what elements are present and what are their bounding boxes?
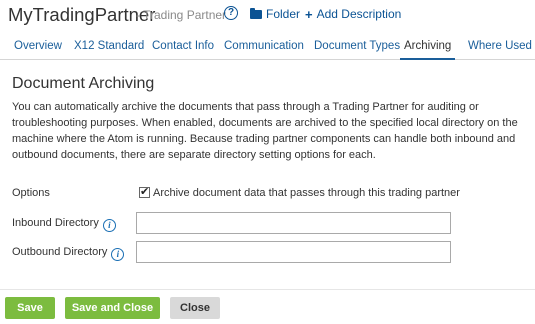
info-icon[interactable]: i [102, 219, 116, 232]
checkmark-icon: ✔ [140, 186, 150, 198]
outbound-directory-label: Outbound Directory [12, 246, 108, 258]
tab-document-types[interactable]: Document Types [310, 36, 404, 60]
tab-contact-info[interactable]: Contact Info [148, 36, 218, 60]
section-title: Document Archiving [12, 75, 155, 92]
outbound-directory-row: Outbound Directory i [12, 246, 125, 261]
inbound-directory-label: Inbound Directory [12, 217, 99, 229]
outbound-directory-input[interactable] [136, 241, 451, 263]
tab-where-used[interactable]: Where Used [464, 36, 535, 60]
inbound-directory-row: Inbound Directory i [12, 217, 116, 232]
page-subtitle: - Trading Partner [136, 8, 227, 22]
add-description-label: Add Description [316, 7, 402, 21]
page-title: MyTradingPartner [8, 4, 156, 25]
archive-checkbox[interactable]: ✔ [139, 186, 150, 198]
archive-checkbox-label[interactable]: Archive document data that passes throug… [153, 187, 460, 199]
tab-communication[interactable]: Communication [220, 36, 308, 60]
tab-archiving[interactable]: Archiving [400, 36, 456, 60]
tab-x12-standard[interactable]: X12 Standard [70, 36, 148, 60]
save-and-close-button[interactable]: Save and Close [65, 297, 160, 319]
help-icon[interactable]: ? [224, 6, 238, 20]
inbound-directory-input[interactable] [136, 212, 451, 234]
tab-bar: Overview X12 Standard Contact Info Commu… [0, 36, 535, 60]
folder-link-label: Folder [266, 7, 301, 21]
options-label: Options [12, 187, 50, 199]
plus-icon: + [305, 6, 313, 22]
footer-divider [0, 289, 535, 290]
info-icon[interactable]: i [111, 248, 125, 261]
tab-overview[interactable]: Overview [10, 36, 66, 60]
close-button[interactable]: Close [170, 297, 220, 319]
section-description: You can automatically archive the docume… [12, 101, 518, 161]
folder-link[interactable]: Folder [250, 6, 300, 22]
save-button[interactable]: Save [5, 297, 55, 319]
add-description-link[interactable]: + Add Description [305, 6, 401, 22]
page-header: MyTradingPartner - Trading Partner ? Fol… [0, 0, 535, 30]
folder-icon [250, 8, 262, 19]
